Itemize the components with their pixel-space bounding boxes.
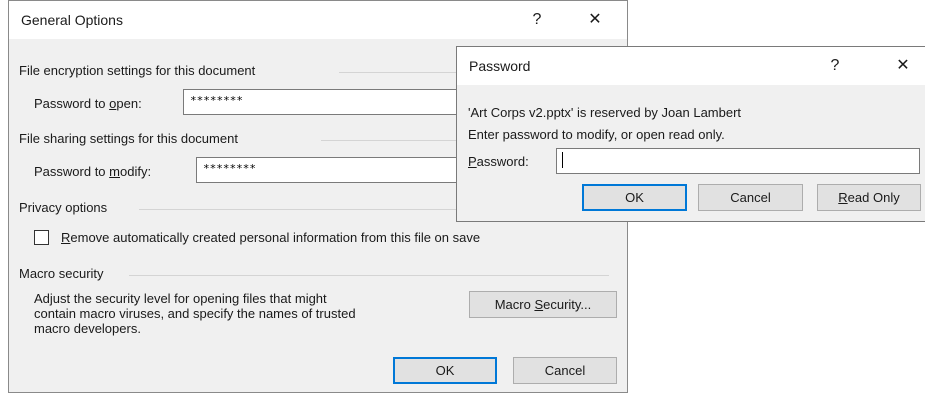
password-cancel-button[interactable]: Cancel (698, 184, 803, 211)
password-to-modify-label: Password to modify: (34, 164, 152, 179)
help-icon: ? (830, 57, 840, 74)
close-icon: ✕ (896, 57, 910, 74)
password-ok-button[interactable]: OK (582, 184, 687, 211)
macro-description-line-2: contain macro viruses, and specify the n… (34, 306, 356, 321)
help-button[interactable]: ? (515, 1, 559, 39)
close-button[interactable]: ✕ (573, 1, 617, 39)
encryption-section-heading: File encryption settings for this docume… (19, 63, 256, 78)
read-only-button[interactable]: Read Only (817, 184, 921, 211)
password-dialog-title: Password (469, 58, 531, 74)
general-options-title: General Options (21, 12, 123, 28)
password-to-modify-input[interactable]: ******** (196, 157, 463, 183)
enter-password-message: Enter password to modify, or open read o… (468, 127, 725, 142)
cancel-button[interactable]: Cancel (513, 357, 617, 384)
password-input[interactable] (556, 148, 920, 174)
macro-description-line-3: macro developers. (34, 321, 141, 336)
password-help-button[interactable]: ? (813, 47, 857, 85)
password-to-open-label: Password to open: (34, 96, 142, 111)
macro-description-line-1: Adjust the security level for opening fi… (34, 291, 327, 306)
close-icon: ✕ (588, 11, 602, 28)
general-options-titlebar: General Options ? ✕ (9, 1, 627, 39)
ok-button[interactable]: OK (393, 357, 497, 384)
macro-section-heading: Macro security (19, 266, 104, 281)
macro-security-button[interactable]: Macro Security... (469, 291, 617, 318)
remove-personal-info-checkbox[interactable] (34, 230, 49, 245)
macro-separator (129, 275, 609, 276)
help-icon: ? (532, 11, 542, 28)
remove-personal-info-label: Remove automatically created personal in… (61, 230, 481, 245)
encryption-separator (339, 72, 459, 73)
reserved-by-message: 'Art Corps v2.pptx' is reserved by Joan … (468, 105, 742, 120)
password-dialog: Password ? ✕ 'Art Corps v2.pptx' is rese… (456, 46, 925, 222)
privacy-section-heading: Privacy options (19, 200, 108, 215)
password-field-label: Password: (468, 154, 529, 169)
password-titlebar: Password ? ✕ (457, 47, 925, 85)
privacy-separator (139, 209, 459, 210)
macro-description: Adjust the security level for opening fi… (34, 291, 356, 336)
sharing-section-heading: File sharing settings for this document (19, 131, 238, 146)
text-caret (562, 152, 563, 168)
sharing-separator (321, 140, 461, 141)
password-to-open-input[interactable]: ******** (183, 89, 463, 115)
password-close-button[interactable]: ✕ (881, 47, 925, 85)
